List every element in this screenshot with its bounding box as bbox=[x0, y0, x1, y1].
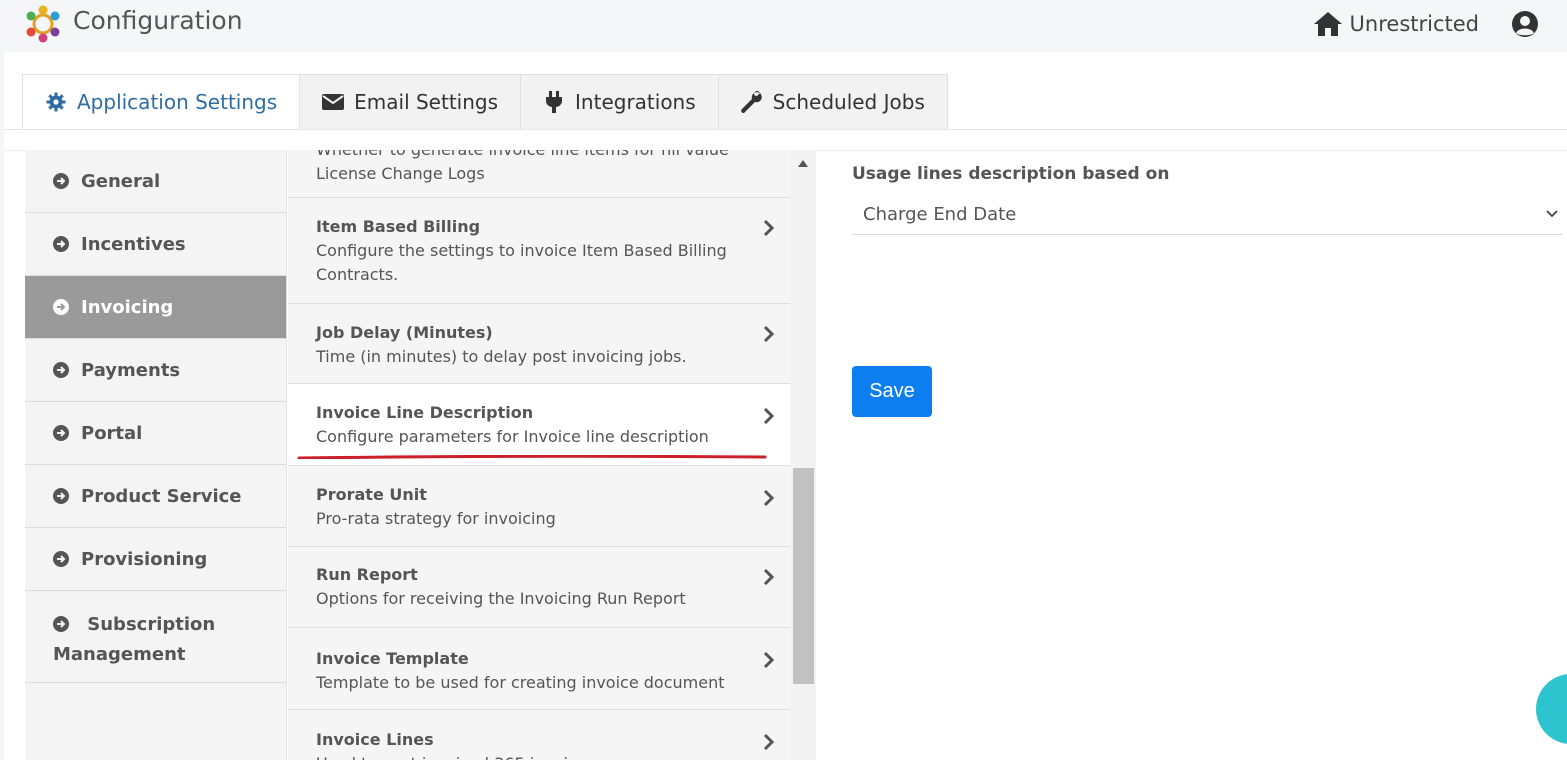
sidebar-item-portal[interactable]: Portal bbox=[25, 402, 286, 465]
sidebar-item-label: Subscription bbox=[87, 614, 216, 635]
sidebar-item-label: Portal bbox=[81, 422, 143, 444]
list-item-invoice-line-description[interactable]: Invoice Line Description Configure param… bbox=[288, 384, 790, 466]
list-item-invoice-lines[interactable]: Invoice Lines Used to post invoiced 365 … bbox=[288, 710, 790, 760]
item-title: Job Delay (Minutes) bbox=[316, 323, 493, 342]
settings-list-scrollbar[interactable] bbox=[790, 150, 816, 760]
chevron-right-icon bbox=[763, 569, 775, 585]
tab-divider bbox=[4, 129, 1567, 130]
tab-label: Email Settings bbox=[354, 90, 499, 114]
settings-tabs: Application Settings Email Settings Inte… bbox=[22, 74, 948, 130]
sidebar-item-payments[interactable]: Payments bbox=[25, 339, 286, 402]
chevron-right-icon bbox=[763, 326, 775, 342]
arrow-circle-right-icon bbox=[53, 236, 69, 252]
sidebar-item-invoicing[interactable]: Invoicing bbox=[25, 276, 286, 339]
chevron-right-icon bbox=[763, 408, 775, 424]
sidebar-item-label: Invoicing bbox=[81, 296, 174, 318]
settings-list: Whether to generate invoice line items f… bbox=[288, 150, 790, 760]
envelope-icon bbox=[322, 91, 345, 113]
item-desc: Options for receiving the Invoicing Run … bbox=[316, 589, 686, 608]
item-title: Invoice Lines bbox=[316, 730, 434, 749]
top-bar: Configuration Unrestricted bbox=[0, 0, 1567, 52]
annotation-underline bbox=[297, 455, 767, 459]
scroll-up-arrow-icon[interactable] bbox=[798, 160, 808, 167]
plug-icon bbox=[543, 91, 565, 113]
item-desc: Configure parameters for Invoice line de… bbox=[316, 427, 709, 446]
sidebar-item-label: Product Service bbox=[81, 485, 242, 507]
tab-label: Application Settings bbox=[77, 90, 278, 114]
sidebar-item-provisioning[interactable]: Provisioning bbox=[25, 528, 286, 591]
item-desc: Used to post invoiced 365 invoice bbox=[316, 752, 736, 760]
app-title: Configuration bbox=[73, 6, 243, 35]
chevron-right-icon bbox=[763, 220, 775, 236]
list-item-run-report[interactable]: Run Report Options for receiving the Inv… bbox=[288, 547, 790, 628]
sidebar-item-label: Provisioning bbox=[81, 548, 208, 570]
item-desc-line2: License Change Logs bbox=[316, 164, 485, 183]
sidebar-item-incentives[interactable]: Incentives bbox=[25, 213, 286, 276]
sidebar-item-label-line2: Management bbox=[53, 644, 186, 665]
arrow-circle-right-icon bbox=[53, 299, 69, 315]
sidebar-item-label: Incentives bbox=[81, 233, 186, 255]
sidebar-item-subscription-management[interactable]: Subscription Management bbox=[25, 591, 286, 683]
item-desc: Pro-rata strategy for invoicing bbox=[316, 509, 556, 528]
list-item-item-based-billing[interactable]: Item Based Billing Configure the setting… bbox=[288, 198, 790, 304]
list-item-job-delay[interactable]: Job Delay (Minutes) Time (in minutes) to… bbox=[288, 304, 790, 384]
item-desc: Time (in minutes) to delay post invoicin… bbox=[316, 347, 687, 366]
sidebar-item-product-service[interactable]: Product Service bbox=[25, 465, 286, 528]
arrow-circle-right-icon bbox=[53, 173, 69, 189]
chevron-down-icon bbox=[1546, 210, 1558, 218]
usage-lines-select[interactable]: Charge End Date bbox=[852, 195, 1562, 235]
tab-application-settings[interactable]: Application Settings bbox=[22, 74, 301, 130]
sidebar-item-general[interactable]: General bbox=[25, 150, 286, 213]
item-title: Run Report bbox=[316, 565, 418, 584]
tab-label: Scheduled Jobs bbox=[772, 90, 925, 114]
sidebar-item-label: Payments bbox=[81, 359, 181, 381]
item-desc-line1: Whether to generate invoice line items f… bbox=[316, 150, 736, 162]
user-account-icon[interactable] bbox=[1511, 10, 1539, 38]
chevron-right-icon bbox=[763, 734, 775, 750]
wrench-icon bbox=[740, 91, 763, 113]
settings-sidebar: General Incentives Invoicing Payments Po… bbox=[25, 150, 287, 760]
item-title: Item Based Billing bbox=[316, 217, 481, 236]
list-item-invoice-template[interactable]: Invoice Template Template to be used for… bbox=[288, 628, 790, 710]
restriction-label[interactable]: Unrestricted bbox=[1350, 12, 1479, 36]
item-title: Prorate Unit bbox=[316, 485, 427, 504]
scrollbar-thumb[interactable] bbox=[793, 468, 814, 684]
arrow-circle-right-icon bbox=[53, 551, 69, 567]
item-desc: Configure the settings to invoice Item B… bbox=[316, 241, 727, 284]
arrow-circle-right-icon bbox=[53, 425, 69, 441]
item-title: Invoice Template bbox=[316, 649, 469, 668]
tab-label: Integrations bbox=[575, 90, 696, 114]
arrow-circle-right-icon bbox=[53, 488, 69, 504]
arrow-circle-right-icon bbox=[53, 616, 69, 632]
sidebar-item-label: General bbox=[81, 170, 161, 192]
tab-scheduled-jobs[interactable]: Scheduled Jobs bbox=[718, 74, 948, 130]
chevron-right-icon bbox=[763, 490, 775, 506]
home-icon[interactable] bbox=[1312, 10, 1344, 38]
list-item-partial[interactable]: Whether to generate invoice line items f… bbox=[288, 150, 790, 198]
select-value: Charge End Date bbox=[863, 204, 1017, 225]
top-right-controls: Unrestricted bbox=[1312, 10, 1539, 38]
item-title: Invoice Line Description bbox=[316, 403, 534, 422]
gear-icon bbox=[45, 91, 67, 113]
save-button[interactable]: Save bbox=[852, 366, 932, 417]
app-logo-icon bbox=[26, 5, 60, 43]
usage-lines-label: Usage lines description based on bbox=[852, 164, 1170, 184]
tab-integrations[interactable]: Integrations bbox=[521, 74, 719, 130]
tab-email-settings[interactable]: Email Settings bbox=[300, 74, 522, 130]
chevron-right-icon bbox=[763, 652, 775, 668]
item-desc: Template to be used for creating invoice… bbox=[316, 673, 725, 692]
arrow-circle-right-icon bbox=[53, 362, 69, 378]
main-panel: Application Settings Email Settings Inte… bbox=[4, 52, 1567, 760]
list-item-prorate-unit[interactable]: Prorate Unit Pro-rata strategy for invoi… bbox=[288, 466, 790, 547]
